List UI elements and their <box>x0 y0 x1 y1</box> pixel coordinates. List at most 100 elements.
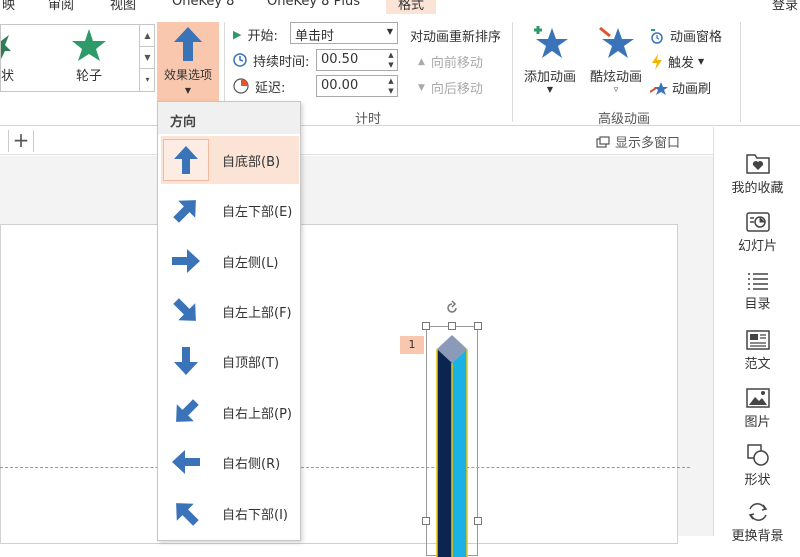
rp-item-label: 目录 <box>744 297 771 312</box>
resize-handle[interactable] <box>474 517 482 525</box>
chevron-down-icon: ▼ <box>184 86 192 95</box>
new-tab-button[interactable]: + <box>8 130 34 152</box>
slide-icon <box>745 212 770 232</box>
slide[interactable] <box>0 224 678 544</box>
add-animation-label: 添加动画 <box>523 70 576 85</box>
direction-from-bottom-right[interactable]: 自右下部(I) <box>161 489 299 537</box>
play-icon: ▶ <box>233 27 242 41</box>
animation-pane-button[interactable]: 动画窗格 <box>648 26 722 45</box>
move-later-button[interactable]: ▼ 向后移动 <box>418 78 483 97</box>
animation-painter-button[interactable]: 动画刷 <box>650 78 711 97</box>
direction-from-top-right[interactable]: 自右上部(P) <box>161 388 299 436</box>
delay-row: 延迟: <box>233 74 285 98</box>
gallery-more-button[interactable]: ▾ <box>140 69 155 91</box>
login-link[interactable]: 登录 <box>772 0 798 13</box>
arrow-up-right-icon <box>173 200 196 223</box>
direction-from-bottom-left[interactable]: 自左下部(E) <box>161 186 299 234</box>
arrow-up-left-icon <box>176 503 199 526</box>
gallery-item-label: 轮子 <box>75 69 102 84</box>
direction-label: 自左下部(E) <box>222 204 293 220</box>
slides-button[interactable]: 幻灯片 <box>714 211 800 254</box>
shapes-button[interactable]: 形状 <box>714 443 800 488</box>
resize-handle[interactable] <box>474 322 482 330</box>
ribbon: 状 轮子 ▲ ▼ ▾ 效果选项 ▼ ▶ 开始: 单击时 ▼ 持续时间: 00.5… <box>0 14 800 127</box>
my-favorites-button[interactable]: 我的收藏 <box>714 151 800 196</box>
duration-row: 持续时间: <box>233 48 309 72</box>
tab-onekey[interactable]: OneKey 8 <box>172 0 234 9</box>
start-select[interactable]: 单击时 ▼ <box>290 22 398 44</box>
pillar-shape <box>436 335 468 557</box>
rp-item-label: 图片 <box>744 415 771 430</box>
change-background-button[interactable]: 更换背景 <box>714 501 800 544</box>
add-animation-button[interactable]: 添加动画 ▼ <box>518 24 582 104</box>
timing-group-label: 计时 <box>355 112 382 127</box>
direction-label: 自右下部(I) <box>222 507 288 523</box>
effect-options-button[interactable]: 效果选项 ▼ <box>157 22 219 102</box>
document-icon <box>745 330 770 350</box>
animation-order-badge[interactable]: 1 <box>400 336 424 354</box>
refresh-icon <box>748 503 767 521</box>
templates-button[interactable]: 范文 <box>714 329 800 372</box>
duration-input[interactable]: 00.50 ▲ ▼ <box>316 49 398 71</box>
star-icon <box>0 35 11 59</box>
toc-button[interactable]: 目录 <box>714 271 800 312</box>
dropdown-header: 方向 <box>158 102 300 134</box>
direction-label: 自右侧(R) <box>222 456 281 472</box>
cool-animation-button[interactable]: 酷炫动画 ▿ <box>584 24 648 104</box>
star-icon <box>72 29 106 61</box>
direction-label: 自顶部(T) <box>222 355 280 371</box>
start-value: 单击时 <box>295 29 335 44</box>
resize-handle[interactable] <box>448 322 456 330</box>
clock-icon <box>233 53 247 67</box>
gallery-item-wheel[interactable]: 轮子 <box>63 25 115 91</box>
slide-canvas: 1 <box>0 156 713 557</box>
folder-heart-icon <box>745 154 770 174</box>
tab-onekey-plus[interactable]: OneKey 8 Plus <box>267 0 360 9</box>
gallery-down-button[interactable]: ▼ <box>140 47 155 69</box>
delay-value: 00.00 <box>321 78 359 93</box>
duration-spinner[interactable]: ▲ ▼ <box>385 50 397 70</box>
delay-spinner[interactable]: ▲ ▼ <box>385 76 397 96</box>
gallery-item-partial[interactable]: 状 <box>0 25 31 91</box>
trigger-button[interactable]: 触发 ▼ <box>650 52 704 71</box>
gallery-up-button[interactable]: ▲ <box>140 25 155 47</box>
resize-handle[interactable] <box>422 322 430 330</box>
direction-dropdown-menu: 方向 自底部(B) 自左下部(E) 自左侧(L) 自左上部(F) 自顶部(T) … <box>157 101 301 541</box>
tab-format[interactable]: 格式 <box>386 0 437 14</box>
chevron-down-icon: ▼ <box>546 85 554 94</box>
direction-label: 自底部(B) <box>222 154 281 170</box>
divider <box>512 22 513 122</box>
divider <box>740 22 741 122</box>
direction-from-left[interactable]: 自左侧(L) <box>161 237 299 285</box>
move-earlier-button[interactable]: ▲ 向前移动 <box>418 52 483 71</box>
pictures-button[interactable]: 图片 <box>714 387 800 430</box>
direction-label: 自右上部(P) <box>222 406 292 422</box>
tab-slideshow[interactable]: 映 <box>2 0 15 13</box>
show-multi-window-button[interactable]: 显示多窗口 <box>596 132 680 151</box>
arrow-up-icon <box>174 146 198 174</box>
delay-input[interactable]: 00.00 ▲ ▼ <box>316 75 398 97</box>
cool-animation-label: 酷炫动画 <box>589 70 642 85</box>
direction-from-top[interactable]: 自顶部(T) <box>161 337 299 385</box>
right-task-pane: 我的收藏 幻灯片 目录 范文 图片 形状 更换背景 <box>713 127 800 544</box>
direction-from-right[interactable]: 自右侧(R) <box>161 438 299 486</box>
arrow-up-icon <box>174 27 202 61</box>
rp-item-label: 形状 <box>744 473 771 488</box>
arrow-left-icon <box>172 450 200 474</box>
arrow-down-icon <box>174 347 198 375</box>
rotate-handle-icon[interactable] <box>444 300 460 316</box>
painter-star-icon <box>650 81 668 95</box>
animation-pane-icon <box>651 28 663 44</box>
selected-shape[interactable] <box>426 326 478 557</box>
move-later-label: 向后移动 <box>430 82 483 97</box>
resize-handle[interactable] <box>422 517 430 525</box>
arrow-down-left-icon <box>176 399 199 422</box>
document-tab-bar: + 显示多窗口 <box>0 127 713 155</box>
tab-review[interactable]: 审阅 <box>48 0 74 13</box>
chevron-down-icon: ▼ <box>386 27 393 36</box>
rp-item-label: 我的收藏 <box>731 181 784 196</box>
direction-from-bottom[interactable]: 自底部(B) <box>161 136 299 184</box>
direction-from-top-left[interactable]: 自左上部(F) <box>161 287 299 335</box>
tab-view[interactable]: 视图 <box>110 0 136 13</box>
start-row: ▶ 开始: <box>233 22 278 46</box>
